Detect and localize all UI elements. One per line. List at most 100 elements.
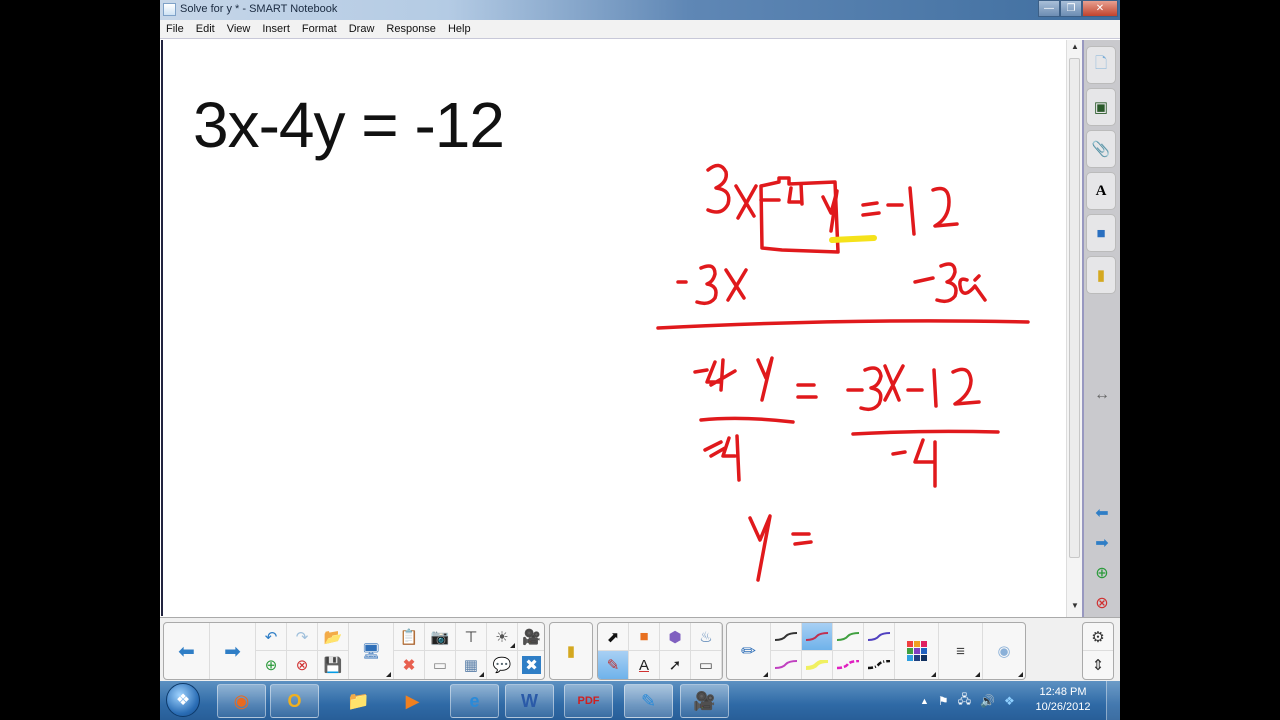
- ink-equals3: [791, 532, 813, 546]
- gallery-tab[interactable]: ▣: [1086, 88, 1116, 126]
- ink-fraction-left: [699, 416, 795, 424]
- pen-color-5[interactable]: [771, 651, 802, 679]
- pen-color-7[interactable]: [833, 651, 864, 679]
- taskbar-outlook[interactable]: O: [270, 684, 319, 718]
- measurement-tools-button[interactable]: ☀: [487, 623, 518, 651]
- delete-page-toolbar-button[interactable]: ⊗: [287, 651, 318, 679]
- settings-button[interactable]: ⚙: [1083, 623, 1113, 651]
- camera-icon: 📷: [430, 628, 450, 646]
- transparency-button[interactable]: ◉: [983, 623, 1025, 679]
- paste-button[interactable]: 📋: [394, 623, 425, 651]
- windows-taskbar: ❖ ◉ O 📁 ▶ e W PDF ✎ 🎥 ▲ ⚑ 🖧 🔊 ❖ 12:48 PM…: [160, 681, 1120, 720]
- taskbar-clock[interactable]: 12:48 PM 10/26/2012: [1033, 685, 1093, 715]
- attachments-tab[interactable]: 📎: [1086, 130, 1116, 168]
- side-tabs-panel: 🗋 ▣ 📎 A ■ ▮ ↔ ⬅ ➡ ⊕ ⊗: [1082, 40, 1120, 617]
- delete-button[interactable]: ✖: [394, 651, 425, 679]
- ink-fraction-right: [851, 429, 1000, 436]
- pen-color-3[interactable]: [833, 623, 864, 651]
- pen-color-6[interactable]: [802, 651, 833, 679]
- open-button[interactable]: 📂: [318, 623, 349, 651]
- pen-color-2[interactable]: [802, 623, 833, 651]
- menu-view[interactable]: View: [227, 23, 251, 35]
- add-page-toolbar-button[interactable]: ⊕: [256, 651, 287, 679]
- add-ons-tab[interactable]: ■: [1086, 214, 1116, 252]
- toolbar-previous-page[interactable]: ⬅: [164, 623, 210, 679]
- screen-display-button[interactable]: 🖥: [349, 623, 394, 679]
- taskbar-firefox[interactable]: ◉: [217, 684, 266, 718]
- pen-color-4[interactable]: [864, 623, 895, 651]
- table-button[interactable]: ▦: [456, 651, 487, 679]
- fill-tool[interactable]: ♨: [691, 623, 722, 651]
- pen-icon: ✏: [740, 640, 757, 661]
- add-page-button[interactable]: ⊕: [1090, 562, 1114, 584]
- menu-insert[interactable]: Insert: [262, 23, 290, 35]
- notes-button[interactable]: 💬: [487, 651, 518, 679]
- taskbar-word[interactable]: W: [505, 684, 554, 718]
- taskbar-smart-notebook[interactable]: ✎: [624, 684, 673, 718]
- text-tool[interactable]: A: [629, 651, 660, 679]
- table-icon: ▦: [463, 657, 479, 674]
- pens-tool[interactable]: ✎: [598, 651, 629, 679]
- close-button[interactable]: ✕: [1082, 0, 1118, 17]
- menu-edit[interactable]: Edit: [196, 23, 215, 35]
- taskbar-video-recorder[interactable]: 🎥: [680, 684, 729, 718]
- properties-tab[interactable]: A: [1086, 172, 1116, 210]
- pen-stroke-icon: [805, 631, 829, 641]
- response-tab[interactable]: ▮: [1086, 256, 1116, 294]
- taskbar-internet-explorer[interactable]: e: [450, 684, 499, 718]
- video-button[interactable]: 🎥: [518, 623, 544, 651]
- menu-help[interactable]: Help: [448, 23, 471, 35]
- color-palette-button[interactable]: [895, 623, 939, 679]
- toolbar-next-page[interactable]: ➡: [210, 623, 256, 679]
- play-icon: ▶: [405, 690, 420, 711]
- screen-capture-button[interactable]: 📷: [425, 623, 456, 651]
- ink-minus3x-left: [676, 264, 748, 306]
- save-button[interactable]: 💾: [318, 651, 349, 679]
- lines-tool[interactable]: ➚: [660, 651, 691, 679]
- action-center-flag-icon[interactable]: ⚑: [938, 694, 949, 708]
- document-camera-button[interactable]: ⊤: [456, 623, 487, 651]
- line-icon: ➚: [668, 657, 682, 674]
- menu-response[interactable]: Response: [386, 23, 436, 35]
- taskbar-explorer[interactable]: 📁: [334, 684, 383, 718]
- delete-page-button[interactable]: ⊗: [1090, 592, 1114, 614]
- notebook-page-canvas[interactable]: 3x-4y = -12: [161, 40, 1066, 616]
- previous-page-button[interactable]: ⬅: [1090, 502, 1114, 524]
- show-hidden-icons-arrow[interactable]: ▲: [920, 696, 929, 706]
- main-toolbar: ⬅ ➡ ↶ ↷ 📂 ⊕ ⊗ 💾 🖥 📋 📷 ⊤ ☀ 🎥 ✖ ▭ ▦ 💬 ✖ ▮ …: [160, 617, 1120, 681]
- eraser-tool[interactable]: ▭: [691, 651, 722, 679]
- taskbar-adobe-reader[interactable]: PDF: [564, 684, 613, 718]
- pen-type-button[interactable]: ✏: [727, 623, 771, 679]
- response-button[interactable]: ▮: [550, 623, 592, 679]
- shapes-tool[interactable]: ■: [629, 623, 660, 651]
- pen-color-8[interactable]: [864, 651, 895, 679]
- line-style-button[interactable]: ≡: [939, 623, 983, 679]
- menu-draw[interactable]: Draw: [349, 23, 375, 35]
- volume-icon[interactable]: 🔊: [980, 694, 995, 708]
- menu-file[interactable]: File: [166, 23, 184, 35]
- scroll-up-arrow[interactable]: ▲: [1067, 42, 1083, 56]
- start-button[interactable]: ❖: [166, 683, 200, 717]
- move-sidebar-button[interactable]: ↔: [1090, 384, 1114, 406]
- taskbar-media-player[interactable]: ▶: [388, 684, 437, 718]
- undo-button[interactable]: ↶: [256, 623, 287, 651]
- regular-polygons-tool[interactable]: ⬢: [660, 623, 691, 651]
- select-tool[interactable]: ⬈: [598, 623, 629, 651]
- screen-shade-button[interactable]: ▭: [425, 651, 456, 679]
- menu-format[interactable]: Format: [302, 23, 337, 35]
- redo-button[interactable]: ↷: [287, 623, 318, 651]
- restore-button[interactable]: ❐: [1060, 0, 1082, 17]
- scroll-down-arrow[interactable]: ▼: [1067, 601, 1083, 615]
- move-toolbar-button[interactable]: ⇕: [1083, 651, 1113, 679]
- show-desktop-button[interactable]: [1106, 681, 1120, 720]
- minimize-button[interactable]: —: [1038, 0, 1060, 17]
- next-page-button[interactable]: ➡: [1090, 532, 1114, 554]
- pen-color-1[interactable]: [771, 623, 802, 651]
- handwriting-layer[interactable]: [163, 40, 1068, 616]
- full-screen-button[interactable]: ✖: [518, 651, 544, 679]
- vertical-scrollbar[interactable]: ▲ ▼: [1066, 40, 1082, 617]
- dropbox-icon[interactable]: ❖: [1004, 694, 1015, 708]
- page-sorter-tab[interactable]: 🗋: [1086, 46, 1116, 84]
- network-icon[interactable]: 🖧: [958, 690, 971, 711]
- scroll-thumb[interactable]: [1069, 58, 1080, 558]
